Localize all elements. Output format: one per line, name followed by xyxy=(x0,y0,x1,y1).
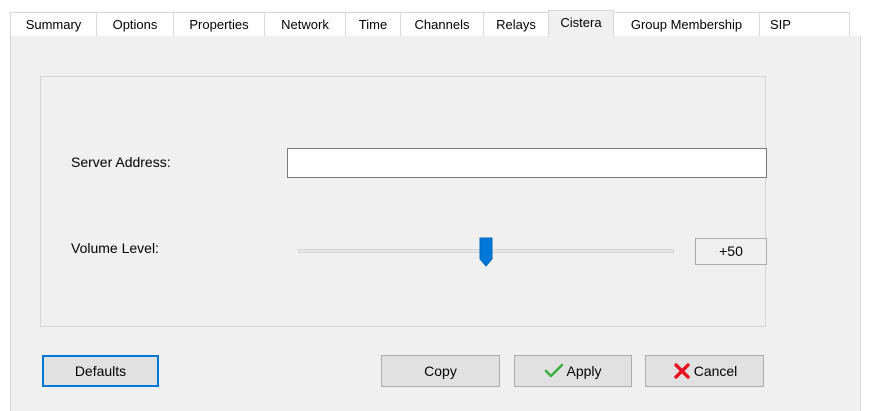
volume-slider-thumb[interactable] xyxy=(479,237,493,267)
apply-button[interactable]: Apply xyxy=(514,355,632,387)
server-address-input[interactable] xyxy=(287,148,767,178)
tab-network[interactable]: Network xyxy=(264,12,346,36)
copy-button[interactable]: Copy xyxy=(381,355,500,387)
copy-button-label: Copy xyxy=(424,363,457,379)
checkmark-icon xyxy=(545,363,564,378)
defaults-button[interactable]: Defaults xyxy=(42,355,159,387)
tab-sip[interactable]: SIP xyxy=(759,12,850,36)
apply-button-label: Apply xyxy=(566,363,602,379)
tab-relays[interactable]: Relays xyxy=(483,12,549,36)
tab-properties[interactable]: Properties xyxy=(173,12,265,36)
tab-time[interactable]: Time xyxy=(345,12,401,36)
cancel-button-label: Cancel xyxy=(693,363,738,379)
volume-value-display: +50 xyxy=(695,238,767,265)
server-address-label: Server Address: xyxy=(71,154,171,170)
defaults-button-label: Defaults xyxy=(74,363,127,379)
tab-strip: Summary Options Properties Network Time … xyxy=(10,10,870,37)
cancel-button[interactable]: Cancel xyxy=(645,355,764,387)
tab-channels[interactable]: Channels xyxy=(400,12,484,36)
red-x-icon xyxy=(674,363,690,379)
tab-group-membership[interactable]: Group Membership xyxy=(613,12,760,36)
volume-level-label: Volume Level: xyxy=(71,240,159,256)
tab-panel: Server Address: Volume Level: +50 Defaul… xyxy=(10,36,861,411)
tab-cistera[interactable]: Cistera xyxy=(548,10,614,37)
tab-options[interactable]: Options xyxy=(96,12,174,36)
tab-summary[interactable]: Summary xyxy=(10,12,97,36)
settings-group: Server Address: Volume Level: +50 xyxy=(40,76,767,327)
